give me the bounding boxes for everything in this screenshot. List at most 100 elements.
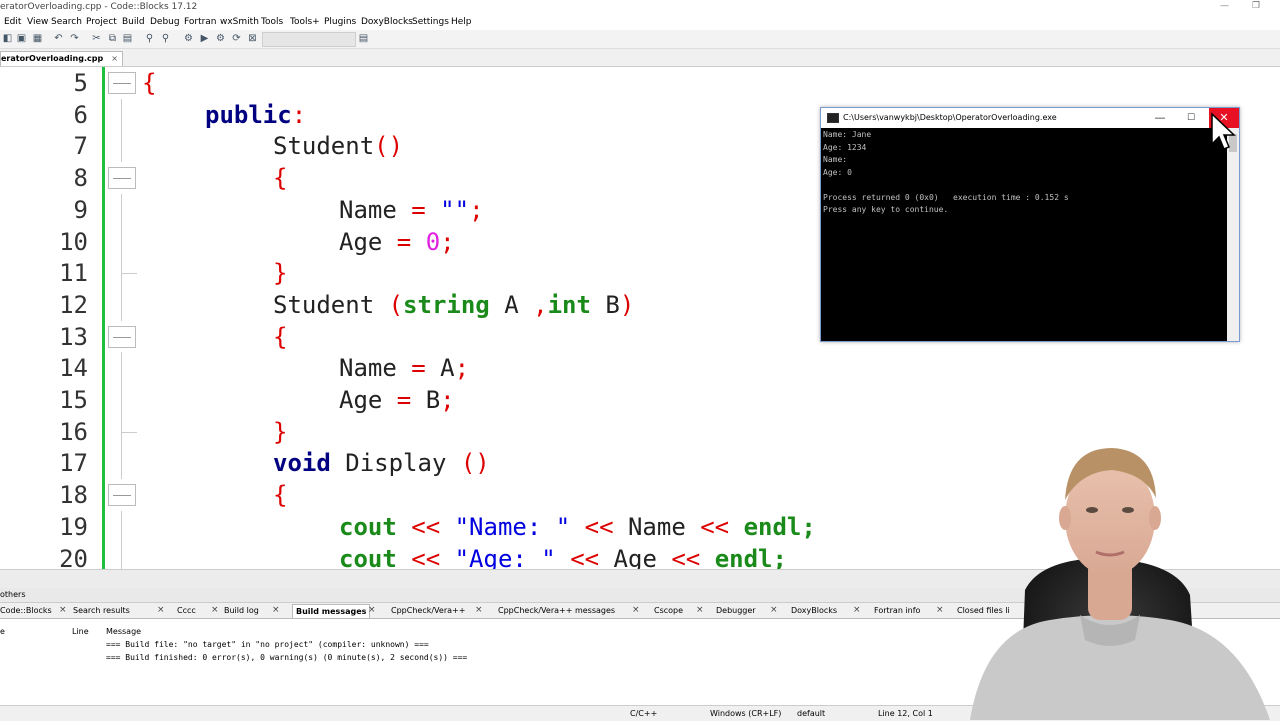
menu-toolsplus[interactable]: Tools+ bbox=[290, 17, 320, 27]
code-line[interactable]: 15 Age = B; bbox=[0, 384, 1280, 416]
menu-build[interactable]: Build bbox=[122, 17, 145, 27]
file-column-header[interactable]: e bbox=[0, 627, 5, 636]
message-column-header[interactable]: Message bbox=[106, 627, 141, 636]
logs-panel-title: others bbox=[0, 590, 26, 599]
replace-icon[interactable]: ⚲ bbox=[160, 33, 171, 44]
menu-search[interactable]: Search bbox=[51, 17, 82, 27]
open-icon[interactable]: ◧ bbox=[2, 33, 13, 44]
log-tab-build-log[interactable]: Build log bbox=[224, 604, 259, 617]
log-tab-cppcheck-vera-messages[interactable]: CppCheck/Vera++ messages bbox=[498, 604, 615, 617]
code-token: Name bbox=[627, 512, 686, 541]
code-token: Age bbox=[613, 544, 657, 570]
status-position: Line 12, Col 1 bbox=[878, 709, 933, 718]
code-text: } bbox=[273, 416, 287, 448]
fold-toggle-icon[interactable] bbox=[108, 72, 136, 94]
status-language: C/C++ bbox=[630, 709, 658, 718]
fold-toggle-icon[interactable] bbox=[108, 325, 136, 348]
code-token: ) bbox=[619, 290, 635, 319]
cut-icon[interactable]: ✂ bbox=[91, 33, 102, 44]
paste-icon[interactable]: ▤ bbox=[122, 33, 133, 44]
log-tab-close-icon[interactable]: × bbox=[696, 604, 704, 617]
log-tab-close-icon[interactable]: × bbox=[211, 604, 219, 617]
log-tab-close-icon[interactable]: × bbox=[272, 604, 280, 617]
console-line: Process returned 0 (0x0) execution time … bbox=[823, 192, 1069, 202]
log-tab-close-icon[interactable]: × bbox=[157, 604, 165, 617]
log-tab-close-icon[interactable]: × bbox=[59, 604, 67, 617]
editor-tab[interactable]: eratorOverloading.cpp × bbox=[0, 51, 123, 66]
log-tab-build-messages[interactable]: Build messages bbox=[292, 604, 371, 618]
fold-guide bbox=[121, 447, 122, 480]
redo-icon[interactable]: ↷ bbox=[69, 33, 80, 44]
log-tab-cccc[interactable]: Cccc bbox=[177, 604, 196, 617]
code-text: public: bbox=[205, 99, 306, 131]
build-message-row[interactable]: === Build file: "no target" in "no proje… bbox=[106, 640, 429, 649]
menu-help[interactable]: Help bbox=[451, 17, 472, 27]
line-number: 13 bbox=[59, 322, 88, 351]
console-minimize-icon[interactable]: — bbox=[1145, 108, 1175, 128]
undo-icon[interactable]: ↶ bbox=[53, 33, 64, 44]
log-tab-close-icon[interactable]: × bbox=[853, 604, 861, 617]
minimize-icon[interactable]: — bbox=[1220, 1, 1229, 11]
console-maximize-icon[interactable]: ☐ bbox=[1176, 108, 1206, 128]
save-all-icon[interactable]: ▦ bbox=[32, 33, 43, 44]
editor-tab-bar: eratorOverloading.cpp × bbox=[0, 50, 1280, 67]
webcam-presenter-image bbox=[970, 448, 1270, 720]
console-title-bar[interactable]: C:\Users\vanwykbj\Desktop\OperatorOverlo… bbox=[821, 108, 1239, 128]
save-icon[interactable]: ▣ bbox=[16, 33, 27, 44]
target-options-icon[interactable]: ▤ bbox=[358, 33, 369, 44]
menu-debug[interactable]: Debug bbox=[150, 17, 180, 27]
code-line[interactable]: 5{ bbox=[0, 67, 1280, 99]
menu-fortran[interactable]: Fortran bbox=[184, 17, 217, 27]
build-gear-icon[interactable]: ⚙ bbox=[183, 33, 194, 44]
code-token: int bbox=[547, 290, 591, 319]
menu-wxsmith[interactable]: wxSmith bbox=[220, 17, 259, 27]
log-tab-close-icon[interactable]: × bbox=[475, 604, 483, 617]
menu-doxyblocks[interactable]: DoxyBlocks bbox=[361, 17, 413, 27]
find-icon[interactable]: ⚲ bbox=[144, 33, 155, 44]
rebuild-icon[interactable]: ⟳ bbox=[231, 33, 242, 44]
menu-edit[interactable]: Edit bbox=[4, 17, 21, 27]
restore-icon[interactable]: ❐ bbox=[1252, 1, 1260, 11]
log-tab-close-icon[interactable]: × bbox=[368, 604, 376, 617]
log-tab-cppcheck-vera[interactable]: CppCheck/Vera++ bbox=[391, 604, 465, 617]
code-token: Display bbox=[330, 449, 461, 478]
code-text: Student() bbox=[273, 130, 403, 162]
fold-toggle-icon[interactable] bbox=[108, 484, 136, 507]
log-tab-cscope[interactable]: Cscope bbox=[654, 604, 683, 617]
log-tab-close-icon[interactable]: × bbox=[632, 604, 640, 617]
console-window[interactable]: C:\Users\vanwykbj\Desktop\OperatorOverlo… bbox=[820, 107, 1240, 342]
menu-view[interactable]: View bbox=[27, 17, 48, 27]
log-tab-fortran-info[interactable]: Fortran info bbox=[874, 604, 920, 617]
line-number: 17 bbox=[59, 449, 88, 478]
code-token: { bbox=[142, 69, 157, 97]
tab-close-icon[interactable]: × bbox=[111, 54, 118, 63]
code-text: Name = ""; bbox=[339, 194, 484, 226]
menu-settings[interactable]: Settings bbox=[412, 17, 449, 27]
log-tab-close-icon[interactable]: × bbox=[770, 604, 778, 617]
code-token: "Name: " bbox=[454, 512, 571, 541]
code-token: { bbox=[273, 481, 288, 510]
code-token: Name bbox=[339, 195, 412, 224]
code-text: { bbox=[273, 162, 287, 194]
menu-plugins[interactable]: Plugins bbox=[324, 17, 356, 27]
menu-project[interactable]: Project bbox=[86, 17, 117, 27]
menu-tools[interactable]: Tools bbox=[261, 17, 283, 27]
code-token: "Age: " bbox=[454, 544, 556, 570]
run-icon[interactable]: ▶ bbox=[199, 33, 210, 44]
fold-guide bbox=[121, 288, 122, 321]
abort-icon[interactable]: ⊠ bbox=[247, 33, 258, 44]
code-line[interactable]: 14 Name = A; bbox=[0, 352, 1280, 385]
log-tab-debugger[interactable]: Debugger bbox=[716, 604, 756, 617]
build-message-row[interactable]: === Build finished: 0 error(s), 0 warnin… bbox=[106, 653, 467, 662]
fold-toggle-icon[interactable] bbox=[108, 167, 136, 190]
copy-icon[interactable]: ⧉ bbox=[107, 33, 118, 44]
console-scrollbar[interactable] bbox=[1227, 128, 1239, 341]
build-target-select[interactable] bbox=[262, 32, 356, 47]
code-token: ; bbox=[469, 195, 484, 224]
build-run-icon[interactable]: ⚙ bbox=[215, 33, 226, 44]
log-tab-search-results[interactable]: Search results bbox=[73, 604, 130, 617]
log-tab-code-blocks[interactable]: Code::Blocks bbox=[0, 604, 52, 617]
code-token: << bbox=[685, 512, 744, 541]
line-column-header[interactable]: Line bbox=[72, 627, 89, 636]
log-tab-doxyblocks[interactable]: DoxyBlocks bbox=[791, 604, 837, 617]
